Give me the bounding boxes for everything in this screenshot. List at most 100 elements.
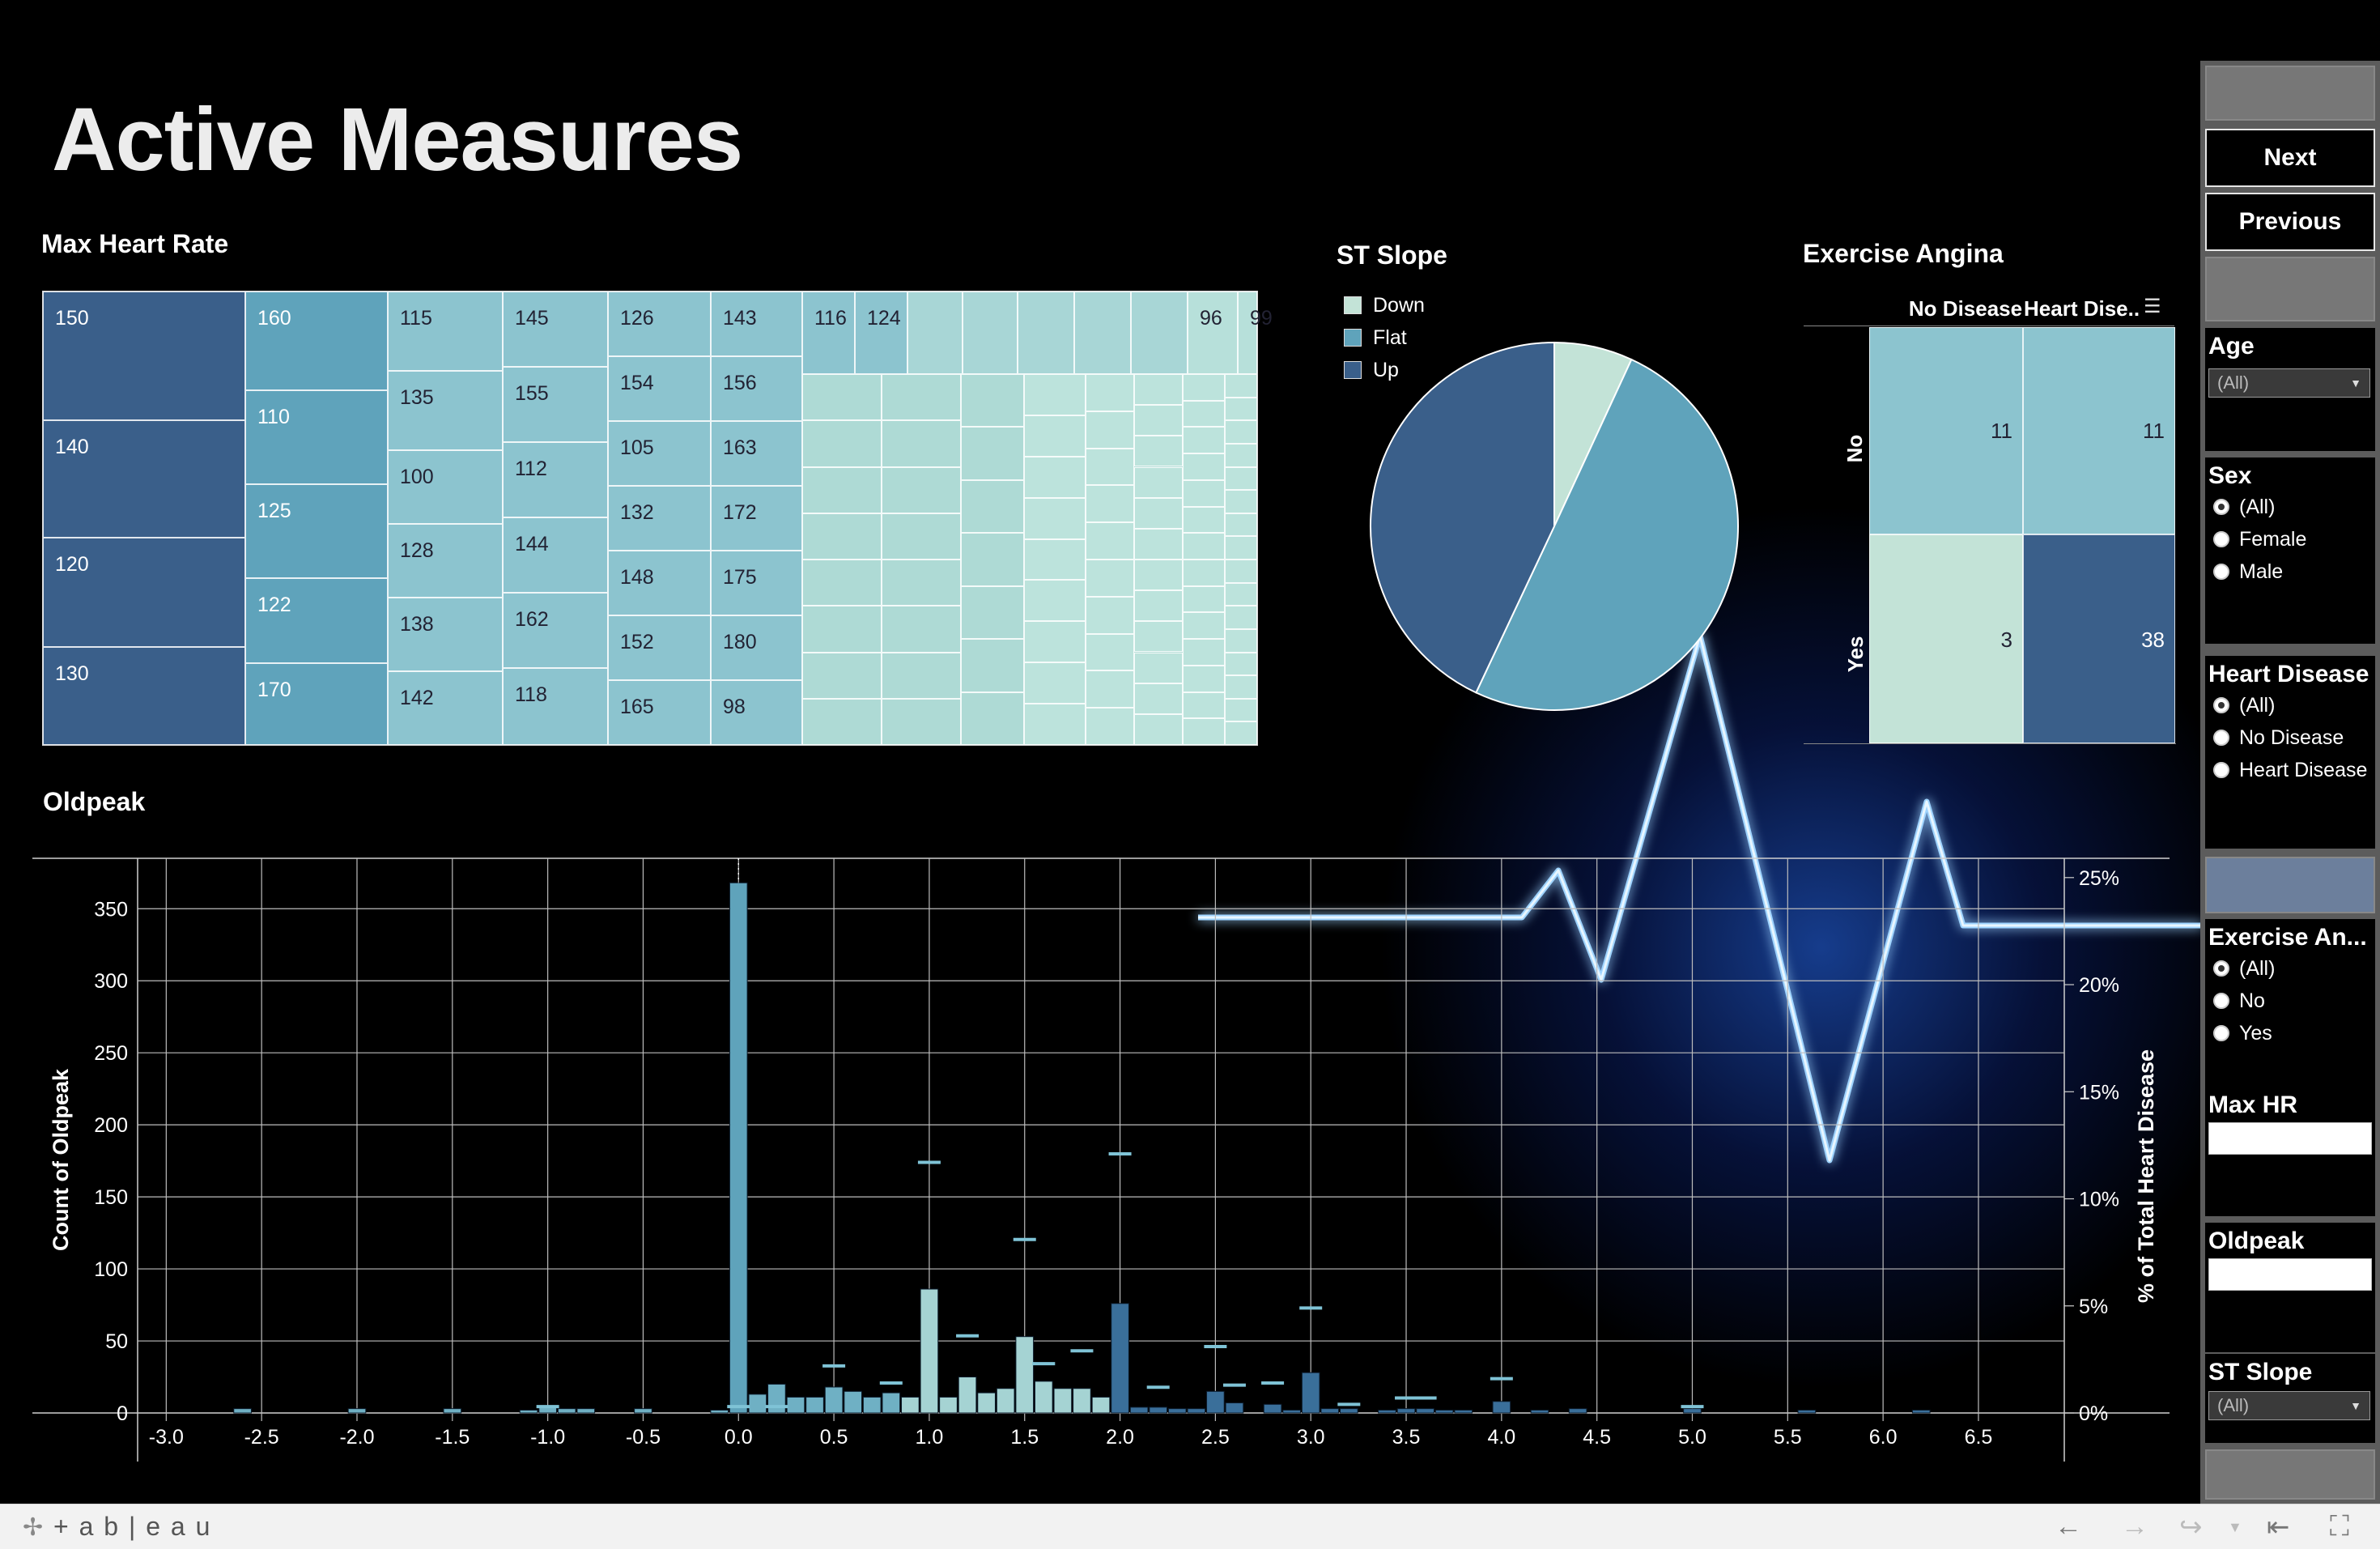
chevron-down-icon[interactable]: ▼ <box>2228 1519 2242 1536</box>
histogram-bar[interactable] <box>1568 1408 1587 1414</box>
treemap-cell[interactable]: 180 <box>711 615 802 680</box>
treemap-cell[interactable]: 142 <box>388 671 503 745</box>
histogram-bar[interactable] <box>1683 1408 1702 1414</box>
treemap-cell[interactable] <box>1225 490 1257 513</box>
st-slope-pie-chart[interactable] <box>1368 340 1740 713</box>
treemap-cell[interactable] <box>1225 675 1257 699</box>
histogram-bar[interactable] <box>1396 1408 1416 1414</box>
histogram-bar[interactable] <box>977 1392 996 1414</box>
redo-icon[interactable]: → <box>2121 1511 2148 1543</box>
treemap-cell[interactable] <box>961 639 1024 692</box>
previous-button[interactable]: Previous <box>2205 193 2375 251</box>
fullscreen-icon[interactable]: ⛶ <box>2330 1511 2349 1543</box>
histogram-bar[interactable] <box>1149 1406 1168 1414</box>
treemap-cell[interactable] <box>1183 374 1225 401</box>
treemap-cell[interactable] <box>1225 606 1257 629</box>
angina-cell[interactable]: 11 <box>1869 327 2023 534</box>
treemap-cell[interactable] <box>1018 292 1074 374</box>
treemap-cell[interactable]: 140 <box>43 420 245 538</box>
radio-hd-all[interactable]: (All) <box>2213 692 2275 719</box>
histogram-bar[interactable] <box>862 1396 882 1414</box>
treemap-cell[interactable]: 175 <box>711 551 802 615</box>
treemap-cell[interactable] <box>882 560 961 606</box>
histogram-bar[interactable] <box>920 1288 939 1414</box>
histogram-bar[interactable] <box>1301 1372 1320 1414</box>
treemap-cell[interactable] <box>1134 436 1183 467</box>
radio-hd-no-disease[interactable]: No Disease <box>2213 724 2344 751</box>
treemap-cell[interactable] <box>1225 536 1257 560</box>
treemap-cell[interactable]: 100 <box>388 450 503 524</box>
treemap-cell[interactable] <box>1134 590 1183 622</box>
treemap-cell[interactable] <box>1183 560 1225 586</box>
histogram-bar[interactable] <box>557 1408 576 1414</box>
treemap-cell[interactable]: 128 <box>388 524 503 598</box>
treemap-cell[interactable] <box>1134 652 1183 683</box>
histogram-bar[interactable] <box>767 1383 786 1414</box>
treemap-cell[interactable]: 116 <box>802 292 855 374</box>
angina-cell[interactable]: 38 <box>2023 534 2175 743</box>
treemap-cell[interactable] <box>1183 585 1225 613</box>
histogram-bar[interactable] <box>443 1408 462 1414</box>
histogram-bar[interactable] <box>233 1408 252 1414</box>
treemap-cell[interactable] <box>1024 621 1086 663</box>
next-button[interactable]: Next <box>2205 129 2375 187</box>
treemap-cell[interactable] <box>1086 522 1134 560</box>
histogram-bar[interactable] <box>1111 1303 1129 1414</box>
treemap-cell[interactable]: 96 <box>1188 292 1238 374</box>
treemap-cell[interactable] <box>1024 580 1086 622</box>
treemap-cell[interactable] <box>1183 453 1225 480</box>
treemap-cell[interactable] <box>907 292 963 374</box>
treemap-cell[interactable] <box>961 533 1024 586</box>
treemap-cell[interactable] <box>961 427 1024 480</box>
treemap-cell[interactable] <box>1183 692 1225 719</box>
treemap-cell[interactable]: 172 <box>711 486 802 551</box>
legend-item-down[interactable]: Down <box>1344 293 1425 317</box>
treemap-cell[interactable]: 115 <box>388 292 503 371</box>
histogram-bar[interactable] <box>1053 1388 1073 1414</box>
histogram-bar[interactable] <box>1282 1409 1301 1414</box>
histogram-bar[interactable] <box>576 1408 596 1414</box>
treemap-cell[interactable] <box>1024 456 1086 498</box>
treemap-cell[interactable]: 98 <box>711 680 802 745</box>
treemap-cell[interactable] <box>1134 405 1183 436</box>
max-hr-slider[interactable] <box>2208 1122 2372 1155</box>
treemap-cell[interactable]: 150 <box>43 292 245 420</box>
treemap-cell[interactable] <box>1225 698 1257 722</box>
histogram-bar[interactable] <box>710 1409 729 1414</box>
histogram-bar[interactable] <box>996 1388 1015 1414</box>
treemap-cell[interactable] <box>1183 639 1225 666</box>
treemap-cell[interactable]: 152 <box>608 615 711 680</box>
treemap-cell[interactable]: 143 <box>711 292 802 356</box>
treemap-cell[interactable] <box>882 420 961 467</box>
histogram-bar[interactable] <box>1492 1401 1511 1414</box>
treemap-cell[interactable]: 138 <box>388 598 503 671</box>
radio-hd-heart-disease[interactable]: Heart Disease <box>2213 756 2367 784</box>
radio-ea-no[interactable]: No <box>2213 987 2265 1015</box>
histogram-bar[interactable] <box>786 1396 805 1414</box>
histogram-bar[interactable] <box>1206 1390 1225 1414</box>
treemap-cell[interactable]: 155 <box>503 367 608 442</box>
st-slope-dropdown[interactable]: (All) ▼ <box>2208 1391 2370 1420</box>
radio-sex-male[interactable]: Male <box>2213 558 2283 585</box>
treemap-cell[interactable] <box>1134 683 1183 714</box>
histogram-bar[interactable] <box>1091 1396 1111 1414</box>
histogram-bar[interactable] <box>1530 1409 1549 1414</box>
treemap-cell[interactable] <box>882 606 961 653</box>
treemap-cell[interactable] <box>1225 443 1257 467</box>
histogram-bar[interactable] <box>1434 1409 1454 1414</box>
histogram-bar[interactable] <box>1034 1381 1053 1414</box>
treemap-cell[interactable]: 99 <box>1238 292 1273 374</box>
treemap-cell[interactable] <box>1086 633 1134 671</box>
histogram-bar[interactable] <box>901 1396 920 1414</box>
histogram-bar[interactable] <box>1416 1408 1434 1414</box>
treemap-cell[interactable] <box>882 698 961 745</box>
histogram-bar[interactable] <box>1378 1409 1396 1414</box>
treemap-cell[interactable]: 163 <box>711 421 802 486</box>
treemap-cell[interactable] <box>1024 497 1086 539</box>
treemap-cell[interactable]: 160 <box>245 292 388 390</box>
treemap-cell[interactable] <box>1134 621 1183 653</box>
histogram-bar[interactable] <box>1797 1409 1817 1414</box>
histogram-bar[interactable] <box>1129 1406 1149 1414</box>
treemap-cell[interactable] <box>882 652 961 699</box>
treemap-cell[interactable] <box>1024 538 1086 581</box>
